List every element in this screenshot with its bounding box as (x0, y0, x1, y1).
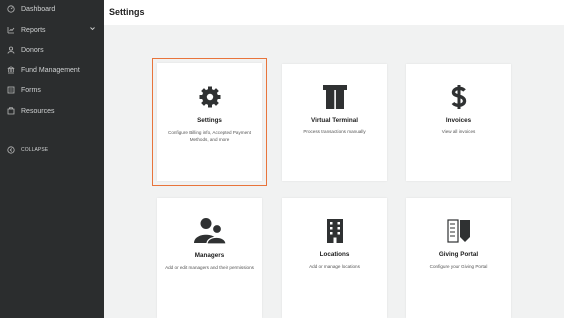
sidebar-item-label: Fund Management (21, 66, 80, 74)
sidebar-item-label: Donors (21, 46, 44, 54)
card-invoices[interactable]: Invoices View all invoices (406, 64, 511, 181)
card-title: Settings (197, 117, 222, 124)
sidebar: Dashboard Reports Donors Fund Management… (0, 0, 104, 318)
sidebar-item-label: Dashboard (21, 5, 56, 13)
collapse-button[interactable]: COLLAPSE (0, 142, 104, 158)
card-title: Locations (319, 251, 350, 258)
card-description: Configure your Giving Portal (429, 264, 488, 269)
card-title: Giving Portal (438, 251, 479, 258)
card-description: Add or edit managers and their permissio… (165, 265, 254, 270)
forms-icon (6, 85, 16, 95)
sidebar-item-donors[interactable]: Donors (0, 42, 104, 58)
card-managers[interactable]: Managers Add or edit managers and their … (157, 198, 262, 318)
users-icon (193, 217, 227, 250)
terminal-icon (322, 84, 348, 115)
sidebar-item-label: Reports (21, 26, 46, 34)
sidebar-item-label: Resources (21, 107, 55, 115)
portal-icon (446, 218, 472, 249)
sidebar-item-resources[interactable]: Resources (0, 103, 104, 119)
dashboard-icon (6, 4, 16, 14)
dollar-icon (449, 84, 469, 115)
card-description: Add or manage locations (309, 264, 360, 269)
card-description: Configure Billing info, Accepted Payment… (168, 130, 251, 142)
card-title: Invoices (445, 117, 472, 124)
sidebar-item-dashboard[interactable]: Dashboard (0, 1, 104, 17)
page-title: Settings (109, 7, 145, 17)
gear-icon (198, 85, 222, 114)
user-icon (6, 45, 16, 55)
card-locations[interactable]: Locations Add or manage locations (282, 198, 387, 318)
reports-icon (6, 25, 16, 35)
fund-icon (6, 65, 16, 75)
collapse-icon (6, 145, 16, 155)
sidebar-item-forms[interactable]: Forms (0, 82, 104, 98)
building-icon (325, 218, 345, 249)
resources-icon (6, 106, 16, 116)
card-title: Virtual Terminal (310, 117, 358, 124)
sidebar-item-fund-management[interactable]: Fund Management (0, 62, 104, 78)
sidebar-item-reports[interactable]: Reports (0, 22, 104, 38)
card-title: Managers (194, 252, 225, 259)
card-settings[interactable]: Settings Configure Billing info, Accepte… (152, 58, 267, 186)
top-bar (104, 0, 564, 25)
card-description: Process transactions manually (303, 129, 366, 134)
sidebar-item-label: Forms (21, 86, 41, 94)
card-virtual-terminal[interactable]: Virtual Terminal Process transactions ma… (282, 64, 387, 181)
card-description: View all invoices (441, 129, 476, 134)
collapse-label: COLLAPSE (21, 147, 49, 153)
chevron-down-icon[interactable] (89, 25, 96, 34)
card-giving-portal[interactable]: Giving Portal Configure your Giving Port… (406, 198, 511, 318)
